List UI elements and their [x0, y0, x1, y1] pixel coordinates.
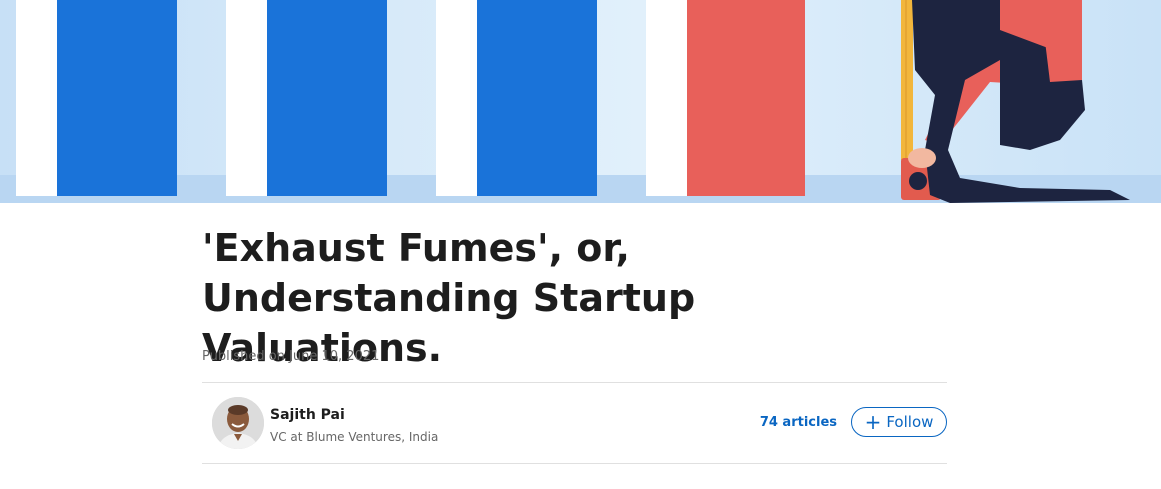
divider-bottom: [202, 463, 947, 464]
published-date: Published on June 10, 2021: [202, 349, 380, 364]
follow-button[interactable]: + Follow: [851, 407, 947, 437]
author-articles-link[interactable]: 74 articles: [760, 415, 837, 430]
plus-icon: +: [864, 410, 882, 434]
author-headline: VC at Blume Ventures, India: [270, 430, 439, 444]
author-card: Sajith Pai VC at Blume Ventures, India 7…: [202, 383, 947, 463]
hero-banner-image: [0, 0, 1161, 203]
author-avatar[interactable]: [212, 397, 264, 449]
follow-button-label: Follow: [886, 413, 934, 431]
author-name[interactable]: Sajith Pai: [270, 407, 345, 423]
